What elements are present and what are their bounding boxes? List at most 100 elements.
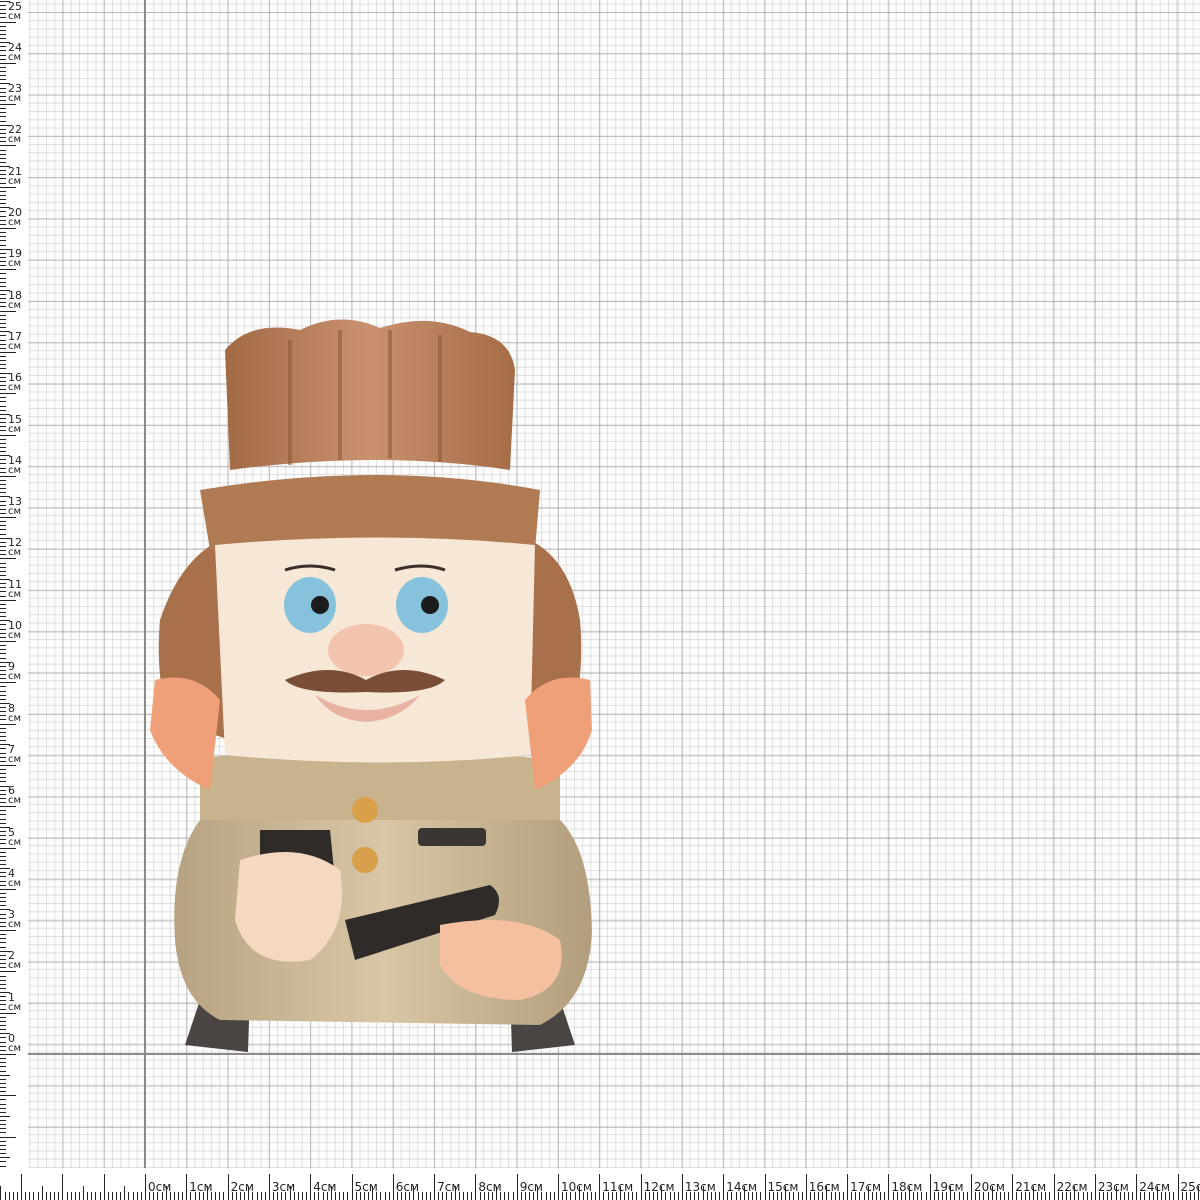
ruler-tick xyxy=(0,145,16,147)
ruler-tick xyxy=(0,1165,6,1167)
ruler-tick xyxy=(0,265,6,267)
ruler-tick xyxy=(0,1041,6,1043)
ruler-tick xyxy=(508,1192,510,1200)
ruler-tick xyxy=(0,967,6,969)
ruler-tick xyxy=(0,384,6,386)
ruler-tick xyxy=(182,1192,184,1200)
ruler-tick xyxy=(0,529,6,531)
ruler-tick xyxy=(0,1144,6,1146)
ruler-tick xyxy=(0,562,6,564)
ruler-tick xyxy=(0,1000,6,1002)
ruler-tick xyxy=(805,1174,807,1200)
ruler-tick xyxy=(0,694,6,696)
ruler-tick xyxy=(124,1186,126,1200)
ruler-tick xyxy=(111,1192,113,1200)
ruler-tick xyxy=(0,54,6,56)
ruler-tick xyxy=(0,71,6,73)
ruler-tick xyxy=(0,1136,16,1138)
ruler-tick xyxy=(0,872,6,874)
ruler-tick xyxy=(0,9,6,11)
ruler-tick xyxy=(0,1054,16,1055)
ruler-tick xyxy=(103,1174,105,1200)
vertical-ruler-unit: см xyxy=(8,588,22,600)
ruler-tick xyxy=(0,756,6,758)
ruler-tick xyxy=(0,719,6,721)
ruler-tick xyxy=(0,21,16,23)
ruler-tick xyxy=(0,723,16,725)
ruler-tick xyxy=(0,632,6,634)
ruler-tick xyxy=(12,1192,14,1200)
ruler-tick xyxy=(0,657,6,659)
ruler-tick xyxy=(0,996,6,998)
ruler-tick xyxy=(140,1192,142,1200)
ruler-tick xyxy=(0,884,6,886)
ruler-tick xyxy=(0,628,6,630)
ruler-tick xyxy=(681,1174,683,1200)
ruler-tick xyxy=(0,1124,6,1126)
ruler-tick xyxy=(0,624,6,626)
ruler-tick xyxy=(0,281,6,283)
ruler-tick xyxy=(0,306,6,308)
ruler-tick xyxy=(0,669,6,671)
vertical-ruler-unit: см xyxy=(8,1043,22,1054)
ruler-tick xyxy=(0,1186,2,1200)
vertical-ruler-label: 23 см xyxy=(8,83,28,104)
ruler-tick xyxy=(0,211,6,213)
ruler-tick xyxy=(0,273,6,275)
vertical-ruler-unit: см xyxy=(8,1001,22,1013)
ruler-tick xyxy=(301,1192,303,1200)
ruler-tick xyxy=(0,13,6,15)
vertical-ruler-label: 8 см xyxy=(8,703,28,724)
ruler-tick xyxy=(0,149,6,151)
ruler-tick xyxy=(925,1192,927,1200)
ruler-tick xyxy=(0,550,6,552)
ruler-tick xyxy=(0,397,6,399)
ruler-tick xyxy=(0,818,6,820)
ruler-tick xyxy=(0,1107,6,1109)
horizontal-ruler-label: 11см xyxy=(602,1180,634,1194)
horizontal-ruler-label: 20см xyxy=(974,1180,1005,1194)
ruler-tick xyxy=(0,244,6,246)
vertical-ruler-label: 22 см xyxy=(8,124,28,145)
ruler-tick xyxy=(966,1192,968,1200)
ruler-tick xyxy=(0,451,6,453)
ruler-tick xyxy=(0,789,6,791)
ruler-tick xyxy=(264,1192,266,1200)
ruler-tick xyxy=(145,1174,146,1200)
horizontal-ruler-label: 9см xyxy=(519,1180,543,1194)
ruler-tick xyxy=(0,1140,6,1142)
vertical-ruler-label: 2 см xyxy=(8,950,28,971)
ruler-tick xyxy=(0,517,16,519)
ruler-tick xyxy=(0,653,6,655)
ruler-tick xyxy=(764,1174,766,1200)
vertical-ruler-label: 24 см xyxy=(8,42,28,63)
ruler-tick xyxy=(0,294,6,296)
ruler-tick xyxy=(0,182,6,184)
ruler-tick xyxy=(0,1004,6,1006)
ruler-tick xyxy=(0,888,16,890)
horizontal-ruler-label: 8см xyxy=(478,1180,502,1194)
ruler-tick xyxy=(0,1058,6,1060)
horizontal-ruler-label: 18см xyxy=(891,1180,923,1194)
vertical-ruler-label: 5 см xyxy=(8,827,28,848)
ruler-tick xyxy=(0,954,6,956)
ruler-tick xyxy=(260,1192,262,1200)
vertical-ruler-unit: см xyxy=(8,423,22,435)
ruler-tick xyxy=(429,1192,431,1200)
ruler-tick xyxy=(0,533,6,535)
vertical-ruler-unit: см xyxy=(8,919,22,931)
ruler-tick xyxy=(0,740,6,742)
vertical-ruler-unit: см xyxy=(8,299,22,311)
horizontal-ruler-label: 22см xyxy=(1056,1180,1088,1194)
ruler-tick xyxy=(0,58,6,60)
ruler-tick xyxy=(558,1174,559,1200)
ruler-tick xyxy=(388,1192,390,1200)
ruler-tick xyxy=(847,1174,849,1200)
ruler-tick xyxy=(0,612,6,614)
ruler-tick xyxy=(0,186,16,188)
ruler-tick xyxy=(0,797,6,799)
ruler-tick xyxy=(0,364,6,366)
ruler-tick xyxy=(0,178,6,180)
vertical-ruler-unit: см xyxy=(8,464,22,476)
ruler-tick xyxy=(29,1192,31,1200)
